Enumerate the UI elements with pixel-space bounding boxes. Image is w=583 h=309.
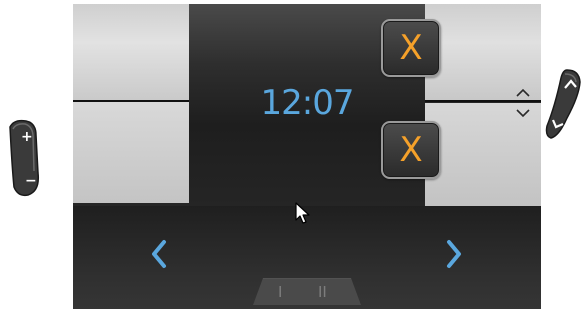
- bottom-right-panel: [425, 103, 541, 206]
- bottom-x-button[interactable]: X: [381, 121, 441, 179]
- clock-time: 12:07: [260, 83, 355, 123]
- profile-panel[interactable]: P1: [73, 100, 331, 203]
- page-indicator-tab: [253, 278, 361, 305]
- chevron-up-icon[interactable]: [516, 88, 530, 98]
- left-divider: [73, 100, 189, 102]
- chevron-down-icon[interactable]: [516, 108, 530, 118]
- top-right-panel: [425, 4, 541, 100]
- mouse-pointer-icon: [295, 202, 310, 224]
- device-ui: + − P1 12:07 X X: [0, 0, 583, 309]
- top-x-button-label: X: [399, 28, 423, 68]
- chevron-right-icon[interactable]: [442, 237, 466, 271]
- page-indicator-mark-1[interactable]: I: [278, 283, 282, 301]
- rocker-minus-label[interactable]: −: [25, 173, 37, 189]
- top-x-button[interactable]: X: [381, 19, 441, 77]
- bottom-x-button-label: X: [399, 130, 423, 170]
- page-indicator-mark-2[interactable]: II: [318, 283, 327, 301]
- chevron-left-icon[interactable]: [147, 237, 171, 271]
- right-scroll-rocker[interactable]: [545, 66, 583, 142]
- right-divider: [425, 100, 541, 102]
- rocker-plus-label[interactable]: +: [21, 129, 33, 145]
- left-volume-rocker[interactable]: + −: [4, 117, 48, 197]
- display-screen: P1 12:07: [73, 4, 541, 309]
